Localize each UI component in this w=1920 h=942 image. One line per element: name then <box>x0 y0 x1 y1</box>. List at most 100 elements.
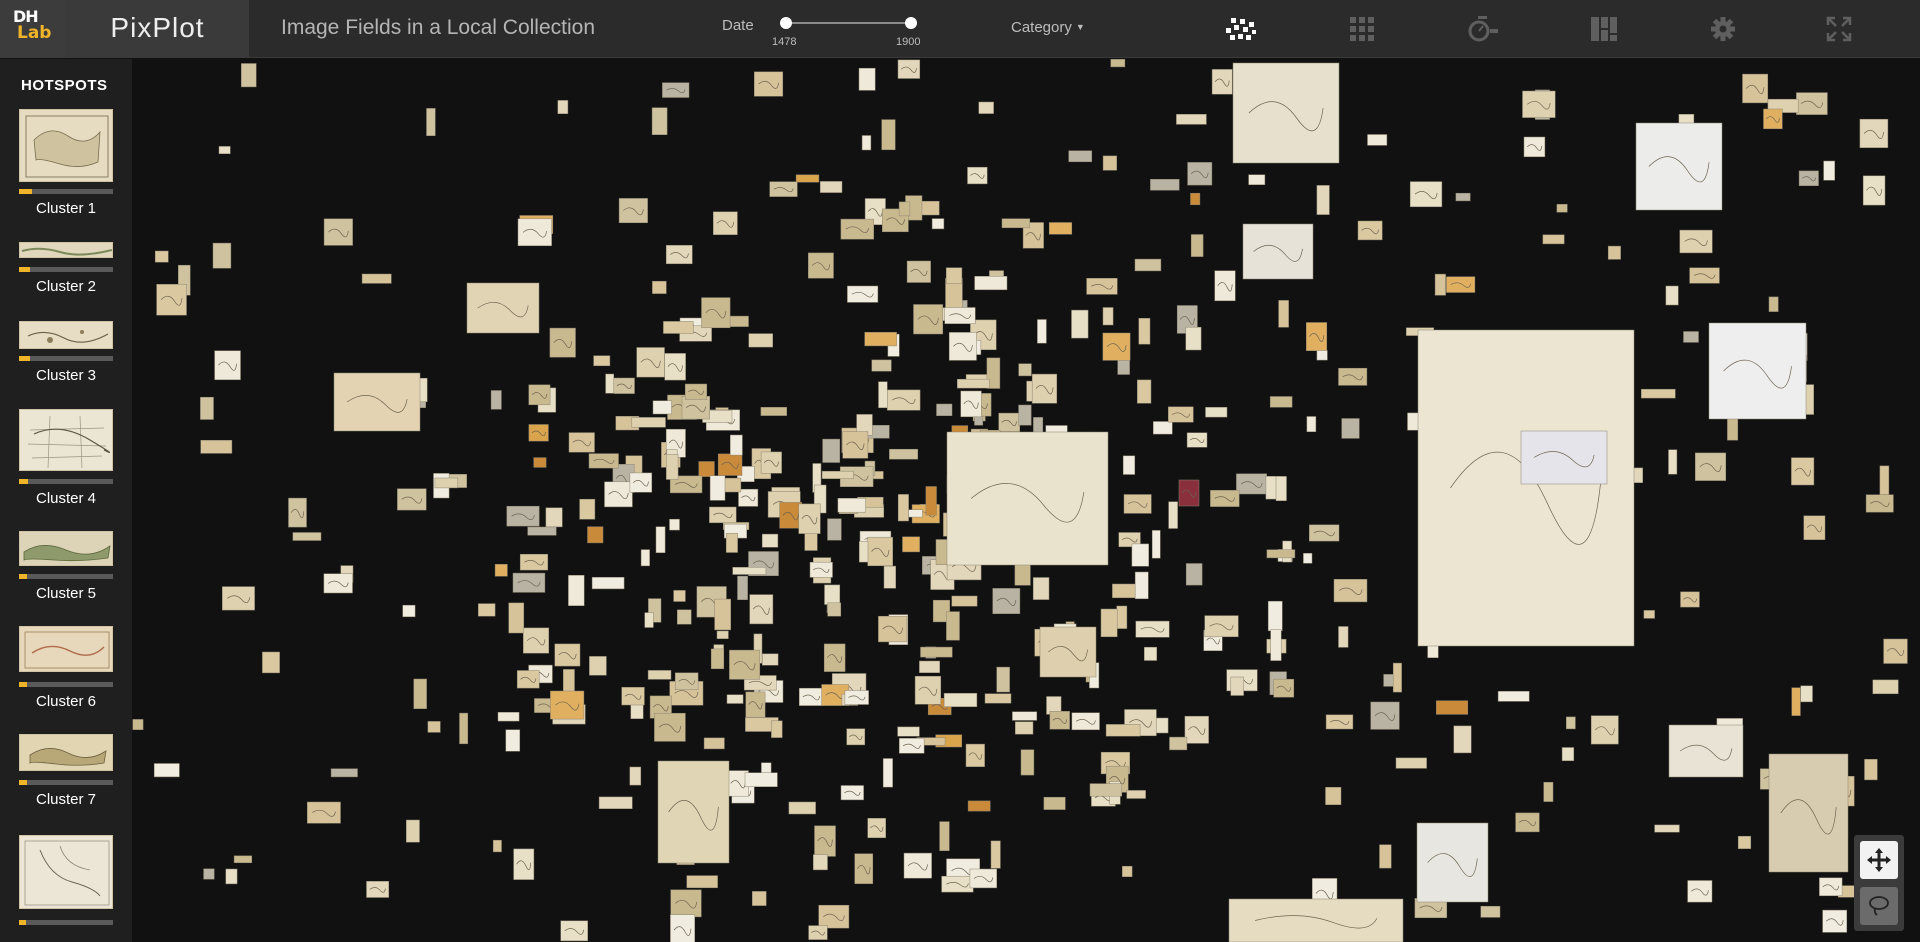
map-thumbnail[interactable] <box>563 669 575 694</box>
map-thumbnail[interactable] <box>1151 530 1161 559</box>
map-thumbnail[interactable] <box>908 509 923 518</box>
map-thumbnail[interactable] <box>591 577 625 590</box>
map-thumbnail[interactable] <box>920 646 953 658</box>
map-thumbnail[interactable] <box>666 454 679 480</box>
map-thumbnail[interactable] <box>871 359 892 372</box>
map-thumbnail[interactable] <box>996 666 1010 693</box>
map-thumbnail[interactable] <box>1153 421 1173 435</box>
map-thumbnail[interactable] <box>1269 396 1293 408</box>
cluster-thumbnail[interactable] <box>19 626 113 672</box>
map-thumbnail[interactable] <box>686 875 718 889</box>
map-thumbnail[interactable] <box>631 417 666 428</box>
map-thumbnail[interactable] <box>883 565 896 589</box>
cluster-thumbnail[interactable] <box>19 109 113 182</box>
map-thumbnail[interactable] <box>459 712 469 745</box>
map-thumbnail[interactable] <box>1480 905 1501 918</box>
map-thumbnail[interactable] <box>760 407 787 416</box>
map-thumbnail[interactable] <box>1116 605 1128 629</box>
map-thumbnail[interactable] <box>859 541 869 563</box>
map-thumbnail[interactable] <box>1102 307 1114 326</box>
map-thumbnail[interactable] <box>1395 757 1427 769</box>
map-thumbnail[interactable] <box>589 656 607 676</box>
map-thumbnail[interactable] <box>951 595 978 607</box>
map-thumbnail[interactable] <box>497 712 520 722</box>
map-thumbnail[interactable] <box>1561 747 1575 761</box>
map-thumbnail[interactable] <box>931 218 945 230</box>
map-thumbnail[interactable] <box>1542 234 1565 245</box>
map-thumbnail[interactable] <box>1248 174 1266 185</box>
map-thumbnail[interactable] <box>1138 318 1151 345</box>
map-thumbnail[interactable] <box>897 494 909 522</box>
map-thumbnail[interactable] <box>1169 736 1188 751</box>
umap-layout-button[interactable] <box>1224 12 1258 46</box>
map-thumbnail[interactable] <box>748 333 773 348</box>
map-thumbnail[interactable] <box>402 604 416 618</box>
map-thumbnail[interactable] <box>1134 258 1162 272</box>
map-thumbnail[interactable] <box>752 891 767 906</box>
map-thumbnail[interactable] <box>647 670 672 680</box>
map-thumbnail[interactable] <box>1668 449 1678 475</box>
map-thumbnail[interactable] <box>545 507 563 528</box>
map-thumbnail[interactable] <box>490 390 502 410</box>
map-thumbnail[interactable] <box>677 609 692 625</box>
date-range-slider[interactable] <box>786 22 911 24</box>
map-thumbnail[interactable] <box>200 440 233 454</box>
map-thumbnail[interactable] <box>406 819 420 843</box>
map-thumbnail[interactable] <box>1150 179 1180 191</box>
map-thumbnail[interactable] <box>598 796 633 809</box>
map-thumbnail[interactable] <box>710 648 725 670</box>
map-thumbnail[interactable] <box>1379 844 1392 869</box>
dhlab-logo[interactable]: DH Lab <box>0 0 66 58</box>
map-thumbnail[interactable] <box>663 321 694 334</box>
cluster-thumbnail[interactable] <box>19 242 113 258</box>
map-thumbnail[interactable] <box>478 603 496 617</box>
date-slider-min-handle[interactable] <box>780 17 792 29</box>
map-thumbnail[interactable] <box>1864 759 1878 781</box>
lasso-button[interactable] <box>1860 887 1898 925</box>
map-thumbnail[interactable] <box>1306 416 1317 432</box>
map-thumbnail[interactable] <box>819 181 843 193</box>
map-thumbnail[interactable] <box>858 67 876 91</box>
map-thumbnail[interactable] <box>154 250 169 263</box>
map-thumbnail[interactable] <box>882 758 893 788</box>
map-thumbnail[interactable] <box>943 693 978 707</box>
map-thumbnail[interactable] <box>788 801 816 815</box>
cluster-thumbnail[interactable] <box>19 835 113 909</box>
map-thumbnail[interactable] <box>1683 331 1699 343</box>
map-thumbnail[interactable] <box>1185 326 1202 351</box>
map-thumbnail[interactable] <box>762 653 779 666</box>
map-thumbnail[interactable] <box>1367 134 1388 146</box>
map-thumbnail[interactable] <box>881 119 896 151</box>
map-thumbnail[interactable] <box>1341 418 1360 439</box>
map-thumbnail[interactable] <box>426 108 436 136</box>
map-thumbnail[interactable] <box>984 693 1012 704</box>
map-thumbnail[interactable] <box>505 729 521 752</box>
map-thumbnail[interactable] <box>1270 629 1282 661</box>
map-thumbnail[interactable] <box>1434 273 1446 296</box>
map-thumbnail[interactable] <box>1316 350 1328 361</box>
map-thumbnail[interactable] <box>714 598 731 631</box>
map-thumbnail[interactable] <box>1089 783 1123 797</box>
map-thumbnail[interactable] <box>974 276 1008 291</box>
map-thumbnail[interactable] <box>945 267 963 284</box>
map-thumbnail[interactable] <box>427 721 441 733</box>
map-thumbnail[interactable] <box>225 868 238 885</box>
map-thumbnail[interactable] <box>703 737 725 750</box>
map-thumbnail[interactable] <box>132 719 144 730</box>
map-thumbnail[interactable] <box>889 448 919 460</box>
map-thumbnail[interactable] <box>1791 687 1801 716</box>
map-thumbnail[interactable] <box>1737 835 1752 849</box>
map-thumbnail[interactable] <box>771 720 783 738</box>
map-thumbnail[interactable] <box>1275 476 1287 501</box>
map-thumbnail[interactable] <box>936 403 953 416</box>
map-thumbnail[interactable] <box>1176 114 1207 125</box>
map-thumbnail[interactable] <box>1105 724 1141 737</box>
map-thumbnail[interactable] <box>957 378 990 389</box>
map-thumbnail[interactable] <box>1144 646 1157 661</box>
map-thumbnail[interactable] <box>795 174 820 183</box>
map-thumbnail[interactable] <box>878 381 888 409</box>
map-thumbnail[interactable] <box>1110 59 1126 68</box>
map-thumbnail[interactable] <box>1338 626 1349 648</box>
map-thumbnail[interactable] <box>1543 782 1554 802</box>
map-thumbnail[interactable] <box>1131 543 1149 567</box>
